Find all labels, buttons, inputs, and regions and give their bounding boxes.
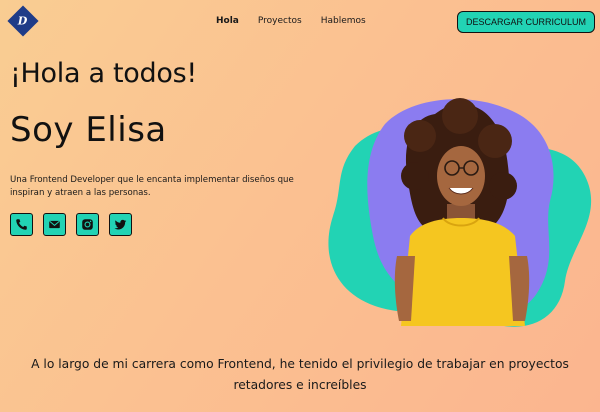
hero-illustration — [315, 96, 595, 332]
nav-hablemos[interactable]: Hablemos — [321, 16, 366, 26]
name-heading: Soy Elisa — [10, 110, 167, 150]
instagram-button[interactable] — [76, 213, 99, 236]
twitter-button[interactable] — [109, 213, 132, 236]
download-cv-button[interactable]: DESCARGAR CURRICULUM — [456, 11, 595, 33]
mail-icon — [49, 220, 60, 229]
twitter-icon — [114, 219, 127, 230]
main-nav: Hola Proyectos Hablemos — [216, 16, 366, 26]
logo[interactable]: D — [7, 5, 39, 37]
greeting-heading: ¡Hola a todos! — [10, 58, 197, 89]
hero-description: Una Frontend Developer que le encanta im… — [10, 175, 294, 199]
nav-proyectos[interactable]: Proyectos — [258, 16, 302, 26]
hero-svg — [328, 98, 592, 327]
phone-icon — [16, 219, 27, 230]
career-line-2: retadores e increíbles — [233, 377, 367, 392]
nav-hola[interactable]: Hola — [216, 16, 239, 26]
career-line-1: A lo largo de mi carrera como Frontend, … — [31, 357, 569, 371]
career-statement: A lo largo de mi carrera como Frontend, … — [0, 354, 600, 396]
mail-button[interactable] — [43, 213, 66, 236]
logo-letter: D — [18, 14, 28, 28]
phone-button[interactable] — [10, 213, 33, 236]
instagram-icon — [82, 219, 93, 230]
social-links — [10, 213, 132, 236]
